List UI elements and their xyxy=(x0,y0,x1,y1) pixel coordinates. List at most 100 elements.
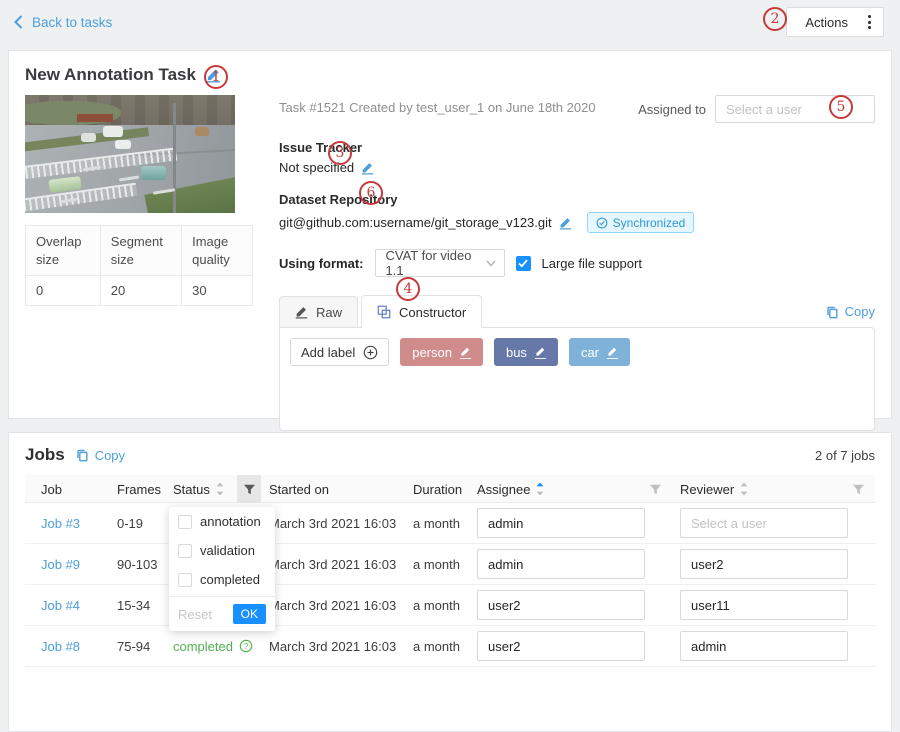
assignee-input[interactable] xyxy=(477,631,645,661)
pencil-icon xyxy=(295,305,308,319)
label-chip-bus-text: bus xyxy=(506,345,527,360)
param-value-quality: 30 xyxy=(182,276,253,306)
jobs-table-header: Job Frames Status Started on Duration As… xyxy=(25,475,875,503)
tab-constructor[interactable]: Constructor xyxy=(361,295,482,328)
labels-tabs: Raw Constructor Copy xyxy=(279,295,875,431)
status-filter-dropdown: annotation validation completed Reset OK xyxy=(169,507,275,631)
actions-label: Actions xyxy=(805,15,848,30)
white-van xyxy=(103,126,123,137)
task-meta: Task #1521 Created by test_user_1 on Jun… xyxy=(279,95,596,115)
assignee-input[interactable] xyxy=(477,549,645,579)
reviewer-input[interactable] xyxy=(680,508,848,538)
status-filter-button[interactable] xyxy=(237,475,261,503)
add-label-text: Add label xyxy=(301,345,355,360)
filter-option-completed[interactable]: completed xyxy=(169,565,275,594)
job-link[interactable]: Job #8 xyxy=(25,639,109,654)
add-label-button[interactable]: Add label xyxy=(290,338,389,366)
filter-option-annotation[interactable]: annotation xyxy=(169,507,275,536)
label-chip-person-text: person xyxy=(412,345,452,360)
edit-label-icon[interactable] xyxy=(460,346,471,359)
task-details-column: Task #1521 Created by test_user_1 on Jun… xyxy=(279,95,875,431)
task-preview-image xyxy=(25,95,235,213)
param-value-segment: 20 xyxy=(100,276,181,306)
checkbox-unchecked[interactable] xyxy=(178,573,192,587)
job-link[interactable]: Job #3 xyxy=(25,516,109,531)
back-to-tasks-link[interactable]: Back to tasks xyxy=(14,15,112,30)
job-row: Job #9 90-103 March 3rd 2021 16:03 a mon… xyxy=(25,544,875,585)
assignee-input[interactable] xyxy=(477,508,645,538)
edit-title-icon[interactable] xyxy=(206,67,221,83)
param-header-segment: Segment size xyxy=(100,226,181,276)
label-chip-person[interactable]: person xyxy=(400,338,483,366)
param-value-overlap: 0 xyxy=(26,276,101,306)
format-select[interactable]: CVAT for video 1.1 xyxy=(375,249,505,277)
assignee-input[interactable] xyxy=(477,590,645,620)
sort-icon[interactable] xyxy=(216,482,224,496)
chevron-left-icon xyxy=(14,15,23,29)
constructor-panel: Add label person bus xyxy=(279,327,875,431)
task-params-table: Overlap size Segment size Image quality … xyxy=(25,225,253,306)
large-file-checkbox[interactable] xyxy=(516,256,531,271)
col-frames: Frames xyxy=(109,475,161,503)
assignee-filter-button[interactable] xyxy=(649,484,662,495)
checkbox-unchecked[interactable] xyxy=(178,515,192,529)
label-chip-car-text: car xyxy=(581,345,599,360)
plus-circle-icon xyxy=(363,345,378,360)
reviewer-filter-button[interactable] xyxy=(852,484,865,495)
tab-constructor-label: Constructor xyxy=(399,305,466,320)
filter-reset-button[interactable]: Reset xyxy=(178,607,212,622)
large-file-label: Large file support xyxy=(542,256,642,271)
chevron-down-icon xyxy=(486,260,496,267)
sync-status-text: Synchronized xyxy=(613,216,686,230)
col-assignee[interactable]: Assignee xyxy=(469,475,672,503)
tab-raw-label: Raw xyxy=(316,305,342,320)
actions-button[interactable]: Actions xyxy=(786,7,884,37)
job-status: completed ? xyxy=(161,639,237,654)
job-row: Job #8 75-94 completed ? March 3rd 2021 … xyxy=(25,626,875,667)
col-status[interactable]: Status xyxy=(161,475,237,503)
filter-funnel-icon xyxy=(243,484,256,495)
svg-text:?: ? xyxy=(244,642,249,651)
ellipsis-vertical-icon xyxy=(868,15,871,29)
job-link[interactable]: Job #9 xyxy=(25,557,109,572)
task-assignee-input[interactable] xyxy=(715,95,875,123)
jobs-title: Jobs xyxy=(25,445,65,465)
question-circle-icon[interactable]: ? xyxy=(239,639,253,653)
sync-status-badge: Synchronized xyxy=(587,212,695,233)
param-header-overlap: Overlap size xyxy=(26,226,101,276)
jobs-copy-label: Copy xyxy=(95,448,125,463)
jobs-count: 2 of 7 jobs xyxy=(815,448,875,463)
sort-icon[interactable] xyxy=(740,482,748,496)
col-duration: Duration xyxy=(405,475,469,503)
copy-icon xyxy=(825,305,839,319)
sort-icon-active[interactable] xyxy=(536,482,544,496)
repository-url: git@github.com:username/git_storage_v123… xyxy=(279,215,552,230)
issue-tracker-label: Issue Tracker xyxy=(279,140,875,155)
block-icon xyxy=(377,305,391,319)
teal-van xyxy=(141,166,166,180)
job-link[interactable]: Job #4 xyxy=(25,598,109,613)
using-format-label: Using format: xyxy=(279,256,364,271)
filter-option-validation[interactable]: validation xyxy=(169,536,275,565)
label-chip-car[interactable]: car xyxy=(569,338,630,366)
reviewer-input[interactable] xyxy=(680,549,848,579)
edit-label-icon[interactable] xyxy=(535,346,546,359)
filter-ok-button[interactable]: OK xyxy=(233,604,266,624)
task-title-row: New Annotation Task xyxy=(25,65,875,85)
task-title: New Annotation Task xyxy=(25,65,196,85)
labels-copy-button[interactable]: Copy xyxy=(825,304,875,327)
edit-repository-icon[interactable] xyxy=(559,216,572,230)
labels-copy-label: Copy xyxy=(845,304,875,319)
dataset-repository-label: Dataset Repository xyxy=(279,192,875,207)
edit-issue-tracker-icon[interactable] xyxy=(361,161,374,175)
task-preview-column: Overlap size Segment size Image quality … xyxy=(25,95,253,431)
tab-raw[interactable]: Raw xyxy=(279,296,358,327)
edit-label-icon[interactable] xyxy=(607,346,618,359)
assigned-to-label: Assigned to xyxy=(638,102,706,117)
jobs-copy-button[interactable]: Copy xyxy=(75,448,125,463)
label-chip-bus[interactable]: bus xyxy=(494,338,558,366)
reviewer-input[interactable] xyxy=(680,590,848,620)
reviewer-input[interactable] xyxy=(680,631,848,661)
col-reviewer[interactable]: Reviewer xyxy=(672,475,875,503)
checkbox-unchecked[interactable] xyxy=(178,544,192,558)
